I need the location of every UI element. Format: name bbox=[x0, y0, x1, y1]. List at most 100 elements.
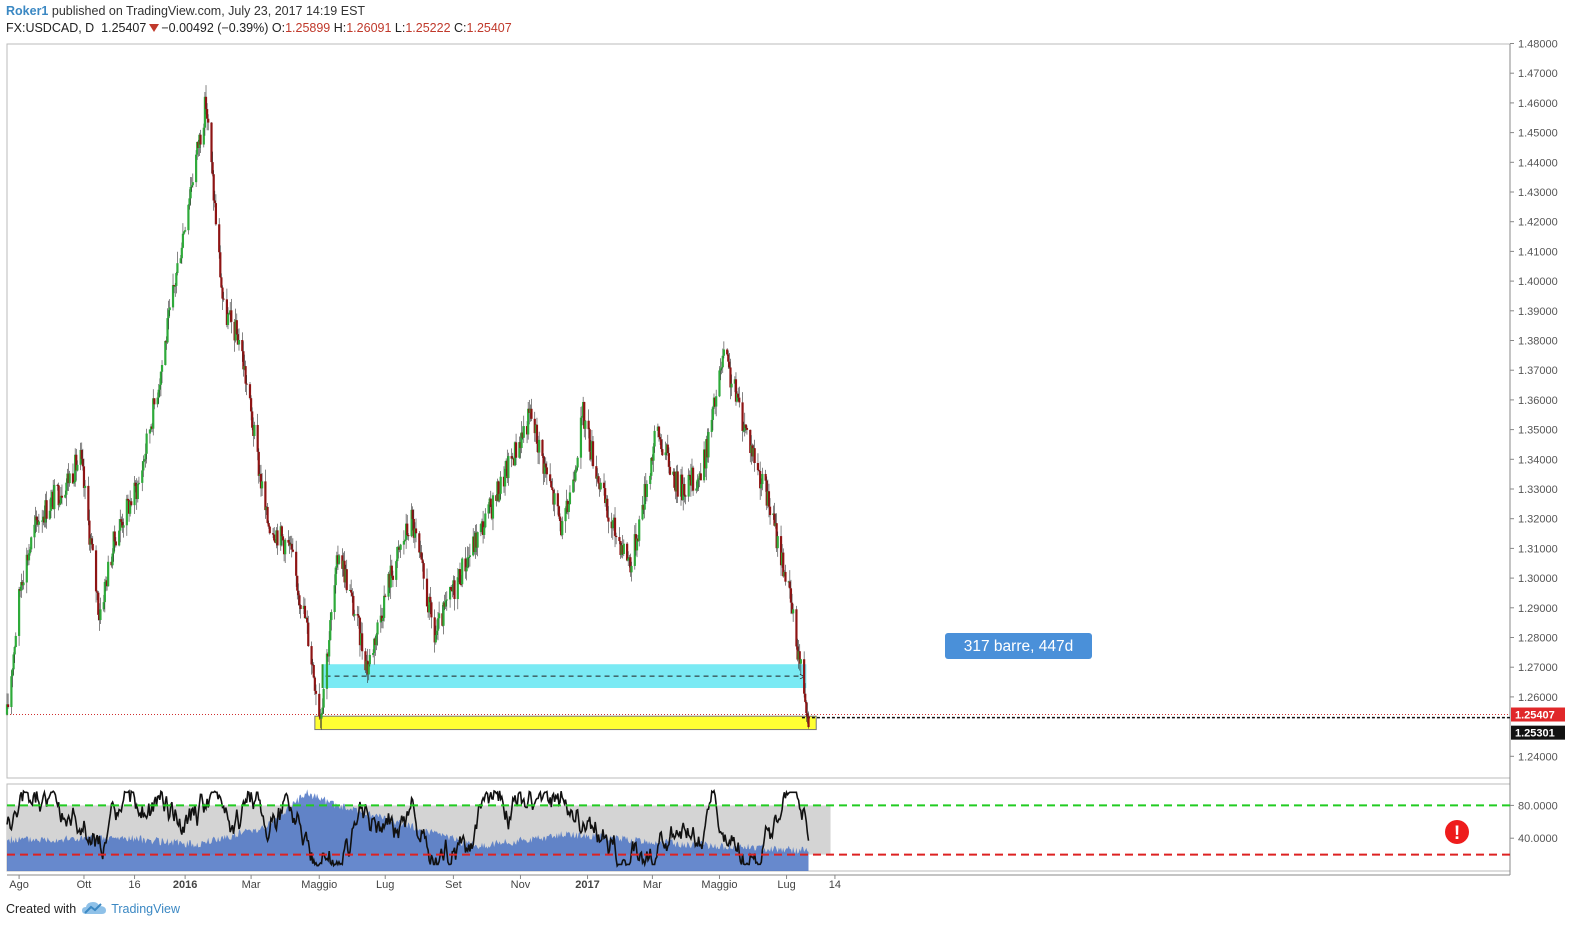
candle-body bbox=[159, 371, 163, 385]
candle-body bbox=[76, 464, 79, 471]
candle-body bbox=[761, 473, 764, 485]
candle-body bbox=[158, 384, 161, 390]
candle-body bbox=[157, 389, 160, 398]
candle-body bbox=[83, 485, 87, 488]
candle-body bbox=[691, 467, 695, 491]
candle-body bbox=[653, 430, 656, 447]
candle-body bbox=[667, 453, 670, 467]
candle-body bbox=[144, 453, 147, 460]
candle-body bbox=[430, 602, 433, 618]
time-tick-label: Set bbox=[445, 879, 462, 891]
candle-body bbox=[630, 565, 633, 573]
candle-body bbox=[176, 263, 179, 274]
time-tick-label: Maggio bbox=[301, 879, 337, 891]
candle-body bbox=[445, 599, 448, 601]
candle-body bbox=[727, 354, 730, 362]
candle-body bbox=[557, 506, 561, 517]
candle-body bbox=[213, 200, 216, 204]
candle-body bbox=[760, 484, 763, 489]
candle-body bbox=[226, 314, 230, 326]
candle-body bbox=[189, 186, 192, 199]
candle-body bbox=[118, 530, 121, 546]
candle-body bbox=[142, 461, 145, 471]
candle-body bbox=[329, 620, 332, 641]
candle-body bbox=[141, 470, 144, 483]
candle-body bbox=[487, 504, 490, 514]
candle-body bbox=[249, 398, 253, 412]
candle-body bbox=[684, 495, 687, 497]
candle-body bbox=[402, 541, 406, 545]
candle-body bbox=[214, 203, 218, 225]
candle-body bbox=[120, 519, 123, 522]
candle-body bbox=[795, 609, 798, 647]
candle-body bbox=[72, 482, 76, 484]
candle-body bbox=[657, 426, 661, 438]
candle-body bbox=[522, 426, 525, 438]
candle-body bbox=[334, 567, 337, 586]
candle-body bbox=[45, 500, 48, 519]
candle-body bbox=[290, 543, 293, 550]
candle-body bbox=[312, 665, 315, 678]
time-tick-label: Mar bbox=[643, 879, 662, 891]
candle-body bbox=[17, 589, 21, 636]
candle-body bbox=[611, 520, 614, 529]
candle-body bbox=[553, 493, 556, 505]
candle-body bbox=[248, 384, 252, 399]
candle-body bbox=[764, 473, 767, 481]
current-price-tag: 1.25407 bbox=[1515, 710, 1555, 722]
candle-body bbox=[683, 483, 686, 496]
candle-body bbox=[190, 185, 193, 187]
candle-body bbox=[267, 523, 270, 527]
candle-body bbox=[64, 494, 67, 498]
candle-body bbox=[489, 498, 492, 508]
candle-body bbox=[622, 543, 625, 555]
candle-body bbox=[297, 590, 300, 596]
candle-body bbox=[579, 417, 583, 458]
candle-body bbox=[792, 609, 795, 614]
candle-body bbox=[103, 581, 106, 603]
candle-body bbox=[804, 693, 807, 702]
tradingview-link[interactable]: TradingView bbox=[82, 902, 180, 916]
candle-body bbox=[720, 367, 723, 369]
candle-body bbox=[299, 605, 302, 610]
candle-body bbox=[306, 617, 309, 623]
candle-body bbox=[744, 424, 747, 428]
candle-body bbox=[271, 533, 275, 535]
candle-body bbox=[411, 509, 414, 519]
candle-body bbox=[102, 602, 105, 610]
candle-body bbox=[418, 533, 421, 553]
candle-body bbox=[220, 277, 223, 288]
price-chart[interactable]: 1.48000 1.47000 1.46000 1.45000 1.44000 1.430… bbox=[0, 0, 1575, 895]
candle-body bbox=[453, 580, 456, 600]
candle-body bbox=[659, 437, 662, 440]
time-tick-label: 2016 bbox=[173, 879, 197, 891]
candle-body bbox=[60, 495, 64, 498]
candle-body bbox=[429, 596, 432, 603]
candle-body bbox=[367, 664, 370, 675]
price-tick-label: 1.37000 bbox=[1518, 365, 1558, 377]
candle-body bbox=[245, 383, 248, 385]
candle-body bbox=[468, 555, 471, 558]
candle-body bbox=[627, 558, 630, 561]
candle-body bbox=[260, 481, 264, 489]
price-tick-label: 1.38000 bbox=[1518, 336, 1558, 348]
candle-body bbox=[376, 622, 379, 635]
osc-tick-label: 40.0000 bbox=[1518, 833, 1558, 845]
candle-body bbox=[65, 482, 68, 495]
candle-body bbox=[710, 419, 713, 432]
price-tick-label: 1.40000 bbox=[1518, 276, 1558, 288]
candle-body bbox=[503, 468, 507, 487]
candle-body bbox=[660, 439, 663, 450]
candle-body bbox=[221, 287, 224, 299]
candle-body bbox=[718, 370, 721, 397]
candle-body bbox=[422, 563, 425, 579]
candle-body bbox=[396, 546, 399, 562]
candle-body bbox=[664, 452, 667, 456]
candle-body bbox=[383, 595, 386, 618]
candle-body bbox=[325, 653, 329, 689]
candle-body bbox=[281, 536, 285, 541]
candle-body bbox=[10, 676, 13, 708]
created-with-text: Created with bbox=[6, 902, 77, 916]
candle-body bbox=[330, 612, 333, 621]
candle-body bbox=[353, 614, 356, 616]
